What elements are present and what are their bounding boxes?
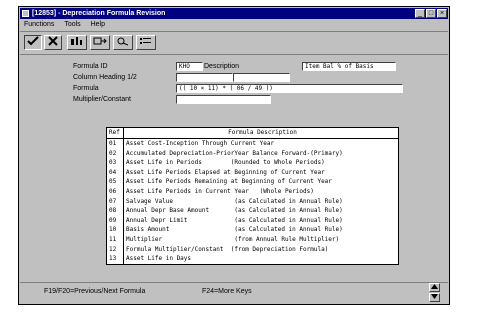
menu-bar: Functions Tools Help <box>20 20 448 30</box>
multiplier-field[interactable] <box>176 95 271 104</box>
arrow-up-icon <box>431 284 438 289</box>
scroll-down-button[interactable] <box>429 293 440 302</box>
column-heading-1-field[interactable] <box>176 73 233 82</box>
window-title: [12853] - Depreciation Formula Revision <box>32 10 166 17</box>
row-description: Multiplier (from Annual Rule Multiplier) <box>126 236 340 243</box>
ok-button[interactable] <box>24 35 42 50</box>
inquire-icon <box>117 37 129 46</box>
table-row[interactable]: 08 Annual Depr Base Amount (as Calculated… <box>107 206 398 215</box>
row-description: Salvage Value (as Calculated in Annual R… <box>126 197 343 205</box>
cancel-icon <box>48 36 58 46</box>
multiplier-label: Multiplier/Constant <box>73 96 131 103</box>
row-ref: 08 <box>109 207 117 215</box>
formula-id-field[interactable]: KHO <box>176 62 203 71</box>
table-row[interactable]: 12 Formula Multiplier/Constant (from Depr… <box>107 245 398 254</box>
row-ref: 06 <box>109 188 117 195</box>
row-ref: 07 <box>109 197 117 205</box>
form-exit-icon <box>93 37 107 45</box>
help-info-button[interactable] <box>67 35 87 50</box>
minimize-button[interactable]: _ <box>415 9 425 18</box>
status-bar: F19/F20=Previous/Next Formula F24=More K… <box>20 282 448 303</box>
formula-field[interactable]: (( 10 × 11) * ( 06 / 49 )) <box>176 84 403 93</box>
table-row[interactable]: 05 Asset Life Periods Remaining at Beginn… <box>107 177 398 186</box>
row-ref: 09 <box>109 216 117 224</box>
status-more-keys: F24=More Keys <box>202 288 252 295</box>
table-row[interactable]: 11 Multiplier (from Annual Rule Multiplie… <box>107 235 398 244</box>
table-row[interactable]: 03 Asset Life in Periods (Rounded to Whol… <box>107 158 398 167</box>
maximize-button[interactable]: □ <box>426 9 436 18</box>
menu-functions[interactable]: Functions <box>24 21 54 28</box>
form-exit-button[interactable] <box>90 35 110 50</box>
row-ref: 05 <box>109 178 117 186</box>
row-description: Formula Multiplier/Constant (from Deprec… <box>126 245 329 253</box>
check-icon <box>27 36 39 46</box>
table-row[interactable]: 07 Salvage Value (as Calculated in Annual… <box>107 197 398 206</box>
row-description: Annual Depr Base Amount (as Calculated i… <box>126 207 343 215</box>
list-button[interactable] <box>136 35 156 50</box>
row-description: Asset Life Periods in Current Year (Whol… <box>126 188 314 195</box>
close-button[interactable]: × <box>437 9 447 18</box>
info-icon <box>71 37 82 45</box>
formula-label: Formula <box>73 85 99 92</box>
application-window: [12853] - Depreciation Formula Revision … <box>18 6 450 305</box>
table-row[interactable]: 10 Basis Amount (as Calculated in Annual … <box>107 225 398 234</box>
scroll-up-button[interactable] <box>429 283 440 292</box>
menu-help[interactable]: Help <box>91 21 105 28</box>
table-row[interactable]: 13 Asset Life in Days <box>107 254 398 263</box>
status-previous-next: F19/F20=Previous/Next Formula <box>44 288 146 295</box>
formula-id-label: Formula ID <box>73 63 108 70</box>
menu-tools[interactable]: Tools <box>64 21 80 28</box>
row-description: Asset Life Periods Remaining at Beginnin… <box>126 178 332 186</box>
table-row[interactable]: 04 Asset Life Periods Elapsed at Beginnin… <box>107 168 398 177</box>
row-description: Annual Depr Limit (as Calculated in Annu… <box>126 216 343 224</box>
list-icon <box>140 38 151 44</box>
row-ref: 12 <box>109 245 117 253</box>
toolbar <box>20 31 448 55</box>
row-description: Accumulated Depreciation-PriorYear Balan… <box>126 149 343 157</box>
column-heading-2-field[interactable] <box>233 73 290 82</box>
row-description: Asset Life in Days <box>126 255 192 263</box>
inquire-button[interactable] <box>113 35 133 50</box>
row-description: Asset Cost-Inception Through Current Yea… <box>126 140 275 147</box>
cancel-button[interactable] <box>44 35 62 50</box>
row-ref: 10 <box>109 226 117 234</box>
ref-header: Ref <box>109 129 120 136</box>
row-description: Basis Amount (as Calculated in Annual Ru… <box>126 226 343 234</box>
row-ref: 03 <box>109 159 117 167</box>
row-ref: 13 <box>109 255 117 263</box>
table-row[interactable]: 06 Asset Life Periods in Current Year (Wh… <box>107 187 398 196</box>
title-bar: [12853] - Depreciation Formula Revision … <box>20 8 448 19</box>
row-description: Asset Life Periods Elapsed at Beginning … <box>126 168 325 176</box>
table-row[interactable]: 02 Accumulated Depreciation-PriorYear Bal… <box>107 149 398 158</box>
row-ref: 04 <box>109 168 117 176</box>
table-row[interactable]: 01 Asset Cost-Inception Through Current Y… <box>107 139 398 148</box>
formula-description-header: Formula Description <box>228 129 297 136</box>
formula-description-table: Ref Formula Description 01 Asset Cost-Inc… <box>106 127 399 265</box>
row-description: Asset Life in Periods (Rounded to Whole … <box>126 159 325 167</box>
description-label: Description <box>204 63 240 70</box>
description-field[interactable]: Item Bal % of Basis <box>302 62 396 71</box>
row-ref: 02 <box>109 149 117 157</box>
column-heading-label: Column Heading 1/2 <box>73 74 137 81</box>
table-row[interactable]: 09 Annual Depr Limit (as Calculated in An… <box>107 216 398 225</box>
arrow-down-icon <box>431 294 438 299</box>
row-ref: 01 <box>109 140 117 147</box>
system-menu-icon[interactable] <box>22 10 29 17</box>
row-ref: 11 <box>109 236 117 243</box>
table-header: Ref Formula Description <box>107 128 398 139</box>
